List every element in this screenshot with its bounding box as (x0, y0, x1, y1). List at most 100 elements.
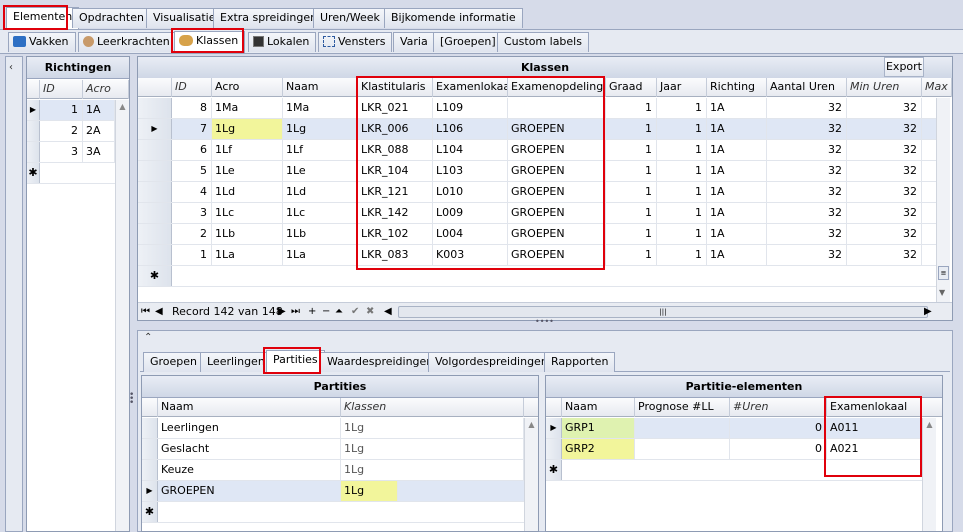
klassen-cell-id[interactable]: 8 (172, 98, 212, 118)
pe-header-uren[interactable]: #Uren (730, 398, 827, 417)
tab-varia[interactable]: Varia (393, 32, 435, 52)
klassen-cell-id[interactable]: 4 (172, 182, 212, 202)
klassen-cell-id[interactable]: 5 (172, 161, 212, 181)
klassen-cell-klastitularis[interactable]: LKR_142 (358, 203, 433, 223)
klassen-cell-examenlokaal[interactable]: L104 (433, 140, 508, 160)
partities-scrollbar[interactable]: ▲ (524, 418, 538, 531)
klassen-cell-klastitularis[interactable]: LKR_083 (358, 245, 433, 265)
tab-extra-spreidingen[interactable]: Extra spreidingen (213, 8, 325, 28)
klassen-cell-examenopdeling[interactable]: GROEPEN (508, 119, 606, 139)
klassen-cell-graad[interactable]: 1 (606, 245, 657, 265)
klassen-header-aantal-uren[interactable]: Aantal Uren (767, 78, 847, 97)
klassen-cell-examenlokaal[interactable]: L009 (433, 203, 508, 223)
pe-cell-examenlokaal[interactable]: A011 (827, 418, 922, 438)
klassen-cell-klastitularis[interactable]: LKR_102 (358, 224, 433, 244)
klassen-cell-klastitularis[interactable]: LKR_121 (358, 182, 433, 202)
tab-bijkomende-informatie[interactable]: Bijkomende informatie (384, 8, 523, 28)
klassen-cell-richting[interactable]: 1A (707, 224, 767, 244)
klassen-cell-min-uren[interactable]: 32 (847, 119, 922, 139)
klassen-cell-examenlokaal[interactable]: L109 (433, 98, 508, 118)
klassen-cell-jaar[interactable]: 1 (657, 203, 707, 223)
tab-lokalen[interactable]: Lokalen (248, 32, 317, 52)
klassen-row[interactable]: 2 1Lb 1Lb LKR_102 L004 GROEPEN 1 1 1A 32 32 (138, 224, 936, 245)
klassen-cell-min-uren[interactable]: 32 (847, 161, 922, 181)
tab-leerkrachten[interactable]: Leerkrachten (78, 32, 177, 52)
tab-groepen[interactable]: Groepen (143, 352, 205, 372)
klassen-cell-naam[interactable]: 1Lb (283, 224, 358, 244)
klassen-header-id[interactable]: ID (172, 78, 212, 97)
tab-rapporten[interactable]: Rapporten (544, 352, 616, 372)
pe-cell-naam[interactable]: GRP2 (562, 439, 635, 459)
richtingen-new-row[interactable]: ✱ (27, 163, 129, 184)
klassen-cell-graad[interactable]: 1 (606, 182, 657, 202)
scroll-up-icon[interactable]: ▲ (525, 420, 538, 429)
klassen-cell-graad[interactable]: 1 (606, 203, 657, 223)
tab-uren-week[interactable]: Uren/Week (313, 8, 387, 28)
klassen-cell-klastitularis[interactable]: LKR_006 (358, 119, 433, 139)
klassen-cell-acro[interactable]: 1Ld (212, 182, 283, 202)
side-grip-icon[interactable]: • • • (129, 391, 134, 408)
klassen-cell-jaar[interactable]: 1 (657, 140, 707, 160)
partities-cell-naam[interactable]: Geslacht (158, 439, 341, 459)
klassen-cell-richting[interactable]: 1A (707, 161, 767, 181)
richtingen-cell-id[interactable]: 1 (40, 100, 83, 120)
klassen-cell-examenlokaal[interactable]: K003 (433, 245, 508, 265)
nav-prev-icon[interactable]: ⏶ (335, 303, 343, 320)
nav-first-icon[interactable]: ⏮ (141, 303, 150, 320)
tab-opdrachten[interactable]: Opdrachten (72, 8, 151, 28)
klassen-cell-min-uren[interactable]: 32 (847, 224, 922, 244)
tab-leerlingen[interactable]: Leerlingen (200, 352, 272, 372)
klassen-header-examenopdeling[interactable]: Examenopdeling (508, 78, 606, 97)
nav-add-icon[interactable]: + (308, 303, 316, 320)
klassen-cell-examenopdeling[interactable]: GROEPEN (508, 140, 606, 160)
nav-last-icon[interactable]: ⏭ (291, 303, 300, 320)
klassen-cell-min-uren[interactable]: 32 (847, 203, 922, 223)
klassen-cell-jaar[interactable]: 1 (657, 98, 707, 118)
tab-partities[interactable]: Partities (266, 350, 325, 372)
klassen-cell-jaar[interactable]: 1 (657, 161, 707, 181)
klassen-header-naam[interactable]: Naam (283, 78, 358, 97)
partities-cell-klassen[interactable]: 1Lg (341, 481, 398, 501)
klassen-cell-jaar[interactable]: 1 (657, 224, 707, 244)
partities-row[interactable]: Keuze 1Lg (142, 460, 524, 481)
klassen-cell-id[interactable]: 6 (172, 140, 212, 160)
klassen-cell-min-uren[interactable]: 32 (847, 245, 922, 265)
klassen-cell-graad[interactable]: 1 (606, 161, 657, 181)
klassen-cell-acro[interactable]: 1Lb (212, 224, 283, 244)
klassen-cell-id[interactable]: 3 (172, 203, 212, 223)
richtingen-cell-id[interactable]: 3 (40, 142, 83, 162)
partities-row[interactable]: ▶ GROEPEN 1Lg (142, 481, 524, 502)
scroll-down-icon[interactable]: ▼ (939, 288, 945, 297)
richtingen-row[interactable]: ▶ 1 1A (27, 100, 129, 121)
klassen-cell-min-uren[interactable]: 32 (847, 98, 922, 118)
nav-delete-icon[interactable]: − (322, 303, 330, 320)
klassen-cell-richting[interactable]: 1A (707, 182, 767, 202)
partities-row[interactable]: Geslacht 1Lg (142, 439, 524, 460)
pe-row[interactable]: ▶ GRP1 0 A011 (546, 418, 922, 439)
tab-visualisatie[interactable]: Visualisatie (146, 8, 223, 28)
pe-cell-uren[interactable]: 0 (730, 439, 827, 459)
tab-custom-labels[interactable]: Custom labels (497, 32, 589, 52)
klassen-cell-naam[interactable]: 1Lg (283, 119, 358, 139)
scroll-grip-icon[interactable]: ≡ (938, 266, 949, 280)
klassen-row[interactable]: 3 1Lc 1Lc LKR_142 L009 GROEPEN 1 1 1A 32 32 (138, 203, 936, 224)
richtingen-cell-acro[interactable]: 1A (83, 100, 115, 120)
pe-cell-examenlokaal[interactable]: A021 (827, 439, 922, 459)
scroll-up-icon[interactable]: ▲ (116, 102, 129, 111)
partities-cell-naam[interactable]: Keuze (158, 460, 341, 480)
klassen-cell-acro[interactable]: 1Ma (212, 98, 283, 118)
pe-header-examenlokaal[interactable]: Examenlokaal (827, 398, 922, 417)
richtingen-scrollbar[interactable]: ▲ (115, 100, 129, 531)
richtingen-row[interactable]: 2 2A (27, 121, 129, 142)
export-button[interactable]: Export (884, 57, 924, 77)
richtingen-cell-id[interactable]: 2 (40, 121, 83, 141)
klassen-cell-richting[interactable]: 1A (707, 203, 767, 223)
klassen-cell-aantal-uren[interactable]: 32 (767, 119, 847, 139)
klassen-cell-examenopdeling[interactable]: GROEPEN (508, 245, 606, 265)
klassen-header-max-uren[interactable]: Max Uren (922, 78, 952, 97)
richtingen-cell-acro[interactable]: 2A (83, 121, 115, 141)
klassen-cell-id[interactable]: 7 (172, 119, 212, 139)
tab-klassen[interactable]: Klassen (174, 31, 246, 53)
richtingen-header-id[interactable]: ID (40, 80, 83, 99)
klassen-header-acro[interactable]: Acro (212, 78, 283, 97)
